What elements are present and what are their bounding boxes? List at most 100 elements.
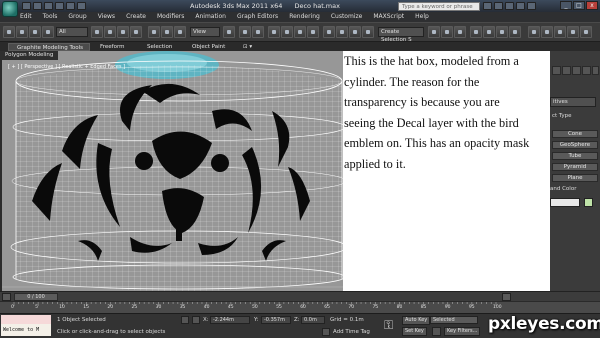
pyramid-button[interactable]: Pyramid [552,163,598,171]
undo-icon[interactable] [3,26,15,38]
lights-icon[interactable] [572,66,581,75]
object-name-field[interactable] [550,198,580,207]
menu-animation[interactable]: Animation [195,12,226,22]
auto-key-button[interactable]: Auto Key [402,316,431,325]
snaps-toggle-icon[interactable] [268,26,280,38]
project-folder-icon[interactable] [77,2,86,10]
selection-filter-dropdown[interactable]: All [56,27,88,37]
rectangular-selection-icon[interactable] [117,26,129,38]
maximize-button[interactable]: □ [573,1,585,10]
cameras-icon[interactable] [582,66,591,75]
select-manipulate-icon[interactable] [239,26,251,38]
window-crossing-icon[interactable] [130,26,142,38]
keyboard-shortcut-icon[interactable] [252,26,264,38]
rendered-frame-window-icon[interactable] [496,26,508,38]
prev-frame-icon[interactable] [2,293,11,301]
z-coordinate-field[interactable]: 0.0m [301,316,325,324]
time-slider[interactable]: 0 / 100 [14,293,58,301]
maxscript-mini-listener[interactable]: Welcome to M [1,324,51,336]
menu-edit[interactable]: Edit [20,12,32,22]
redo-icon[interactable] [66,2,75,10]
named-selection-set-dropdown[interactable]: Create Selection S [378,27,424,43]
helpers-icon[interactable] [592,66,599,75]
unlink-icon[interactable] [42,26,54,38]
geometry-icon[interactable] [552,66,561,75]
plane-button[interactable]: Plane [552,174,598,182]
add-time-tag-button[interactable]: Add Time Tag [333,329,370,335]
schematic-view-icon[interactable] [454,26,466,38]
open-file-icon[interactable] [33,2,42,10]
menu-views[interactable]: Views [98,12,115,22]
absolute-mode-icon[interactable] [192,316,200,324]
close-button[interactable]: x [586,1,598,10]
shapes-icon[interactable] [562,66,571,75]
percent-snap-icon[interactable] [294,26,306,38]
display-panel-icon[interactable] [580,26,592,38]
save-file-icon[interactable] [44,2,53,10]
graphite-toggle-icon[interactable] [428,26,440,38]
time-tag-icon[interactable] [322,328,330,336]
polygon-modeling-panel[interactable]: Polygon Modeling [0,51,58,60]
key-icon[interactable]: ⚿ [384,318,398,332]
subscription-icon[interactable] [494,2,503,10]
search-icon[interactable] [483,2,492,10]
object-color-swatch[interactable] [584,198,593,207]
key-filters-button[interactable]: Key Filters... [444,327,481,336]
primitive-type-dropdown[interactable]: itives [550,97,596,107]
lock-selection-icon[interactable] [181,316,189,324]
hierarchy-panel-icon[interactable] [554,26,566,38]
align-icon[interactable] [349,26,361,38]
select-link-icon[interactable] [29,26,41,38]
help-search-input[interactable]: Type a keyword or phrase [398,2,480,11]
tab-freeform[interactable]: Freeform [100,43,125,51]
favorites-star-icon[interactable] [516,2,525,10]
curve-editor-icon[interactable] [441,26,453,38]
menu-rendering[interactable]: Rendering [289,12,320,22]
tab-graphite-modeling-tools[interactable]: Graphite Modeling Tools [8,43,90,51]
redo-icon[interactable] [16,26,28,38]
track-bar[interactable]: 0 5 10 15 20 25 30 35 40 45 50 55 60 65 70 75 80 85 90 95 10… [0,301,600,313]
cone-button[interactable]: Cone [552,130,598,138]
communication-center-icon[interactable] [505,2,514,10]
reference-coordinate-dropdown[interactable]: View [190,27,220,37]
layer-manager-icon[interactable] [362,26,374,38]
create-panel-icon[interactable] [528,26,540,38]
app-menu-icon[interactable] [2,1,18,17]
menu-maxscript[interactable]: MAXScript [373,12,404,22]
select-object-icon[interactable] [91,26,103,38]
next-frame-icon[interactable] [502,293,511,301]
key-filters-icon[interactable] [432,327,441,336]
tube-button[interactable]: Tube [552,152,598,160]
select-move-icon[interactable] [148,26,160,38]
ribbon-options-icon[interactable]: ⊡ ▾ [243,43,252,51]
key-mode-dropdown[interactable]: Selected [430,316,478,324]
select-rotate-icon[interactable] [161,26,173,38]
menu-modifiers[interactable]: Modifiers [157,12,184,22]
menu-group[interactable]: Group [68,12,86,22]
menu-customize[interactable]: Customize [331,12,363,22]
tab-selection[interactable]: Selection [147,43,172,51]
select-scale-icon[interactable] [174,26,186,38]
menu-create[interactable]: Create [126,12,146,22]
render-production-icon[interactable] [509,26,521,38]
menu-tools[interactable]: Tools [43,12,58,22]
mirror-icon[interactable] [336,26,348,38]
modify-panel-icon[interactable] [541,26,553,38]
x-coordinate-field[interactable]: -2.244m [210,316,250,324]
maxscript-listener-output[interactable] [1,315,51,324]
menu-graph-editors[interactable]: Graph Editors [237,12,278,22]
spinner-snap-icon[interactable] [307,26,319,38]
motion-panel-icon[interactable] [567,26,579,38]
new-file-icon[interactable] [22,2,31,10]
material-editor-icon[interactable] [470,26,482,38]
menu-help[interactable]: Help [415,12,429,22]
edit-named-selection-icon[interactable] [323,26,335,38]
y-coordinate-field[interactable]: -0.357m [261,316,291,324]
help-icon[interactable] [527,2,536,10]
render-setup-icon[interactable] [483,26,495,38]
undo-icon[interactable] [55,2,64,10]
geosphere-button[interactable]: GeoSphere [552,141,598,149]
tab-object-paint[interactable]: Object Paint [192,43,225,51]
select-by-name-icon[interactable] [104,26,116,38]
angle-snap-icon[interactable] [281,26,293,38]
